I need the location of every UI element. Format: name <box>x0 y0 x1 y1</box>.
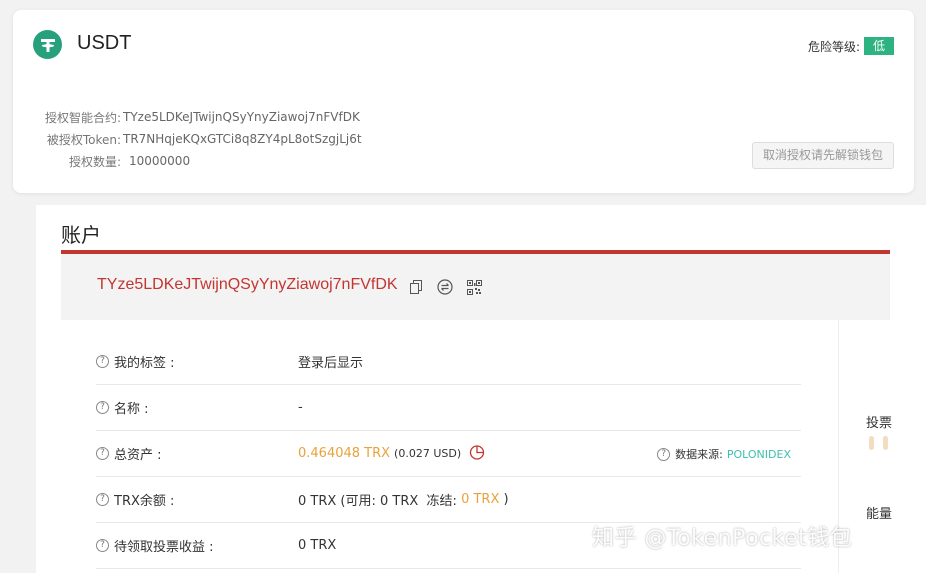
help-icon[interactable]: ? <box>96 401 109 414</box>
tag-value: 登录后显示 <box>298 356 364 371</box>
name-value: - <box>298 400 303 415</box>
info-row-tag: ? 我的标签 : 登录后显示 <box>96 339 801 385</box>
quantity-value: 10000000 <box>129 154 191 168</box>
frozen-value: 0 TRX <box>461 492 500 507</box>
address-actions <box>410 279 496 295</box>
tether-logo-icon <box>33 30 62 59</box>
account-title: 账户 <box>61 223 101 247</box>
quantity-row: 授权数量: 10000000 <box>33 150 362 172</box>
pie-chart-icon[interactable] <box>469 444 485 464</box>
total-assets-value: 0.464048 TRX <box>298 446 391 461</box>
help-icon[interactable]: ? <box>96 355 109 368</box>
total-assets-label: 总资产 : <box>114 448 162 463</box>
vote-progress <box>869 436 897 450</box>
tag-label: 我的标签 : <box>114 356 175 371</box>
qr-code-icon[interactable] <box>467 279 482 295</box>
energy-label: 能量 <box>866 507 893 522</box>
total-assets-usd: (0.027 USD) <box>394 447 462 460</box>
authorization-card: USDT 危险等级: 低 授权智能合约: TYze5LDKeJTwijnQSyY… <box>13 10 914 193</box>
account-address[interactable]: TYze5LDKeJTwijnQSyYnyZiawoj7nFVfDK <box>97 276 398 294</box>
token-label: 被授权Token: <box>46 132 121 147</box>
help-icon[interactable]: ? <box>96 447 109 460</box>
contract-row: 授权智能合约: TYze5LDKeJTwijnQSyYnyZiawoj7nFVf… <box>33 106 362 128</box>
help-icon[interactable]: ? <box>96 539 109 552</box>
source-value[interactable]: POLONIDEX <box>727 448 791 461</box>
token-value: TR7NHqjeKQxGTCi8q8ZY4pL8otSzgjLj6t <box>123 132 362 146</box>
token-name: USDT <box>77 32 132 54</box>
risk-label: 危险等级: <box>807 39 860 54</box>
contract-value: TYze5LDKeJTwijnQSyYnyZiawoj7nFVfDK <box>123 110 360 124</box>
info-row-total-assets: ? 总资产 : 0.464048 TRX (0.027 USD) ? 数据来源: … <box>96 431 801 477</box>
contract-label: 授权智能合约: <box>44 110 121 125</box>
vote-rewards-value: 0 TRX <box>298 538 337 553</box>
risk-level: 危险等级: 低 <box>808 37 894 55</box>
address-bar: TYze5LDKeJTwijnQSyYnyZiawoj7nFVfDK <box>61 250 890 320</box>
watermark: 知乎 @TokenPocket钱包 <box>592 526 853 551</box>
vote-label: 投票 <box>866 416 893 431</box>
trx-balance-value: 0 TRX (可用: 0 TRX 冻结: <box>298 494 462 509</box>
quantity-label: 授权数量: <box>68 154 121 169</box>
info-row-trx-balance: ? TRX余额 : 0 TRX (可用: 0 TRX 冻结: 0 TRX ) <box>96 477 801 523</box>
transfer-icon[interactable] <box>437 279 453 295</box>
token-row: 被授权Token: TR7NHqjeKQxGTCi8q8ZY4pL8otSzgj… <box>33 128 362 150</box>
info-row-name: ? 名称 : - <box>96 385 801 431</box>
authorization-details: 授权智能合约: TYze5LDKeJTwijnQSyYnyZiawoj7nFVf… <box>33 106 362 172</box>
help-icon[interactable]: ? <box>96 493 109 506</box>
trx-balance-label: TRX余额 : <box>114 494 175 509</box>
copy-icon[interactable] <box>410 280 423 294</box>
help-icon[interactable]: ? <box>657 447 671 461</box>
data-source: ? 数据来源: POLONIDEX <box>657 431 791 477</box>
risk-badge: 低 <box>863 37 894 55</box>
name-label: 名称 : <box>114 402 149 417</box>
account-section: 账户 TYze5LDKeJTwijnQSyYnyZiawoj7nFVfDK ? 我… <box>36 205 926 573</box>
trx-balance-close: ) <box>499 492 509 507</box>
vote-rewards-label: 待领取投票收益 : <box>114 540 214 555</box>
source-label: 数据来源: <box>675 448 723 461</box>
revoke-button[interactable]: 取消授权请先解锁钱包 <box>751 142 894 169</box>
